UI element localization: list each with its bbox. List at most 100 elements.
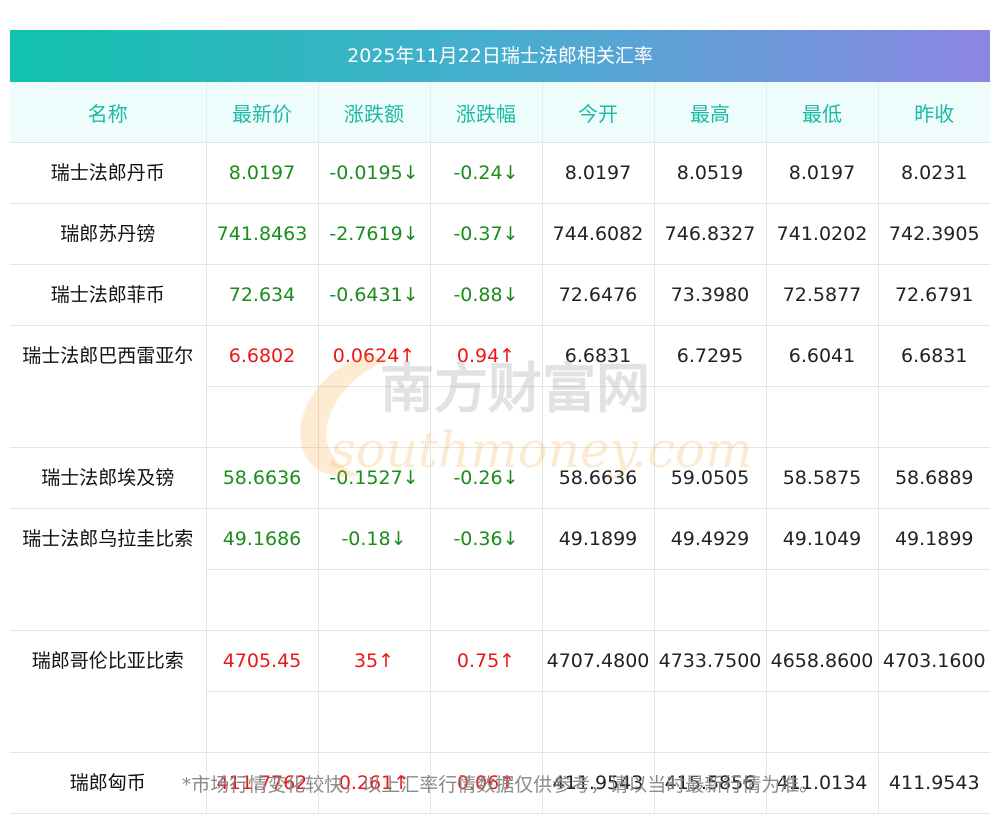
change-percent-cell: -0.37↓ [430, 203, 543, 265]
column-header-pct: 涨跌幅 [430, 82, 543, 143]
latest-price: 6.6802 [206, 326, 318, 387]
column-header-high: 最高 [654, 82, 767, 143]
low-price: 4658.8600 [766, 631, 878, 692]
low-price-cell: 58.5875 [766, 447, 879, 509]
open-price-cell: 72.6476 [542, 264, 655, 326]
low-price: 741.0202 [776, 223, 868, 245]
latest-price-cell: 741.8463 [206, 203, 319, 265]
change-percent: -0.37↓ [453, 223, 519, 245]
prev-close: 742.3905 [888, 223, 980, 245]
table-row: 瑞郎苏丹镑 741.8463 -2.7619↓ -0.37↓ 744.6082 746.8… [10, 203, 990, 265]
change-amount: 0.0624↑ [318, 326, 430, 387]
prev-close-cell: 742.3905 [878, 203, 990, 265]
change-amount: -0.1527↓ [329, 467, 419, 489]
low-price-cell: 49.1049 [766, 508, 879, 631]
low-price-cell: 4658.8600 [766, 630, 879, 753]
prev-close: 72.6791 [894, 284, 974, 306]
low-price: 6.6041 [766, 326, 878, 387]
low-price-cell: 6.6041 [766, 325, 879, 448]
change-amount: -0.6431↓ [329, 284, 419, 306]
table-row: 瑞士法郎巴西雷亚尔 6.6802 0.0624↑ 0.94↑ 6.6831 6.7295 6… [10, 325, 990, 448]
currency-pair-name: 瑞士法郎丹币 [10, 142, 207, 204]
low-price-cell: 72.5877 [766, 264, 879, 326]
latest-price: 49.1686 [206, 509, 318, 570]
low-price: 72.5877 [782, 284, 862, 306]
currency-pair-name: 瑞郎哥伦比亚比索 [10, 630, 207, 753]
open-price: 744.6082 [552, 223, 644, 245]
high-price: 6.7295 [654, 326, 766, 387]
latest-price: 741.8463 [216, 223, 308, 245]
prev-close-cell: 4703.1600 [878, 630, 990, 753]
change-percent: -0.24↓ [453, 162, 519, 184]
open-price-cell: 4707.4800 [542, 630, 655, 753]
latest-price-cell: 49.1686 [206, 508, 319, 631]
currency-pair-name: 瑞郎苏丹镑 [10, 203, 207, 265]
prev-close: 58.6889 [894, 467, 974, 489]
change-percent: -0.26↓ [453, 467, 519, 489]
open-price: 58.6636 [558, 467, 638, 489]
open-price: 72.6476 [558, 284, 638, 306]
high-price: 4733.7500 [654, 631, 766, 692]
change-percent-cell: 0.94↑ [430, 325, 543, 448]
change-percent: 0.75↑ [430, 631, 542, 692]
high-price: 8.0519 [676, 162, 744, 184]
prev-close: 4703.1600 [878, 631, 990, 692]
open-price: 8.0197 [564, 162, 632, 184]
open-price-cell: 49.1899 [542, 508, 655, 631]
latest-price-cell: 4705.45 [206, 630, 319, 753]
latest-price-cell: 58.6636 [206, 447, 319, 509]
open-price: 4707.4800 [542, 631, 654, 692]
currency-pair-name: 瑞士法郎埃及镑 [10, 447, 207, 509]
column-header-low: 最低 [766, 82, 879, 143]
open-price: 6.6831 [542, 326, 654, 387]
table-header-row: 名称 最新价 涨跌额 涨跌幅 今开 最高 最低 昨收 [10, 82, 990, 143]
change-percent-cell: 0.75↑ [430, 630, 543, 753]
open-price-cell: 58.6636 [542, 447, 655, 509]
table-body: 瑞士法郎丹币 8.0197 -0.0195↓ -0.24↓ 8.0197 8.0519 8.… [10, 142, 990, 814]
table-row: 瑞士法郎丹币 8.0197 -0.0195↓ -0.24↓ 8.0197 8.0519 8.… [10, 142, 990, 204]
column-header-name: 名称 [10, 82, 207, 143]
table-row: 瑞士法郎乌拉圭比索 49.1686 -0.18↓ -0.36↓ 49.1899 49.49… [10, 508, 990, 631]
change-percent-cell: -0.36↓ [430, 508, 543, 631]
table-row: 瑞士法郎埃及镑 58.6636 -0.1527↓ -0.26↓ 58.6636 59.05… [10, 447, 990, 509]
change-percent: -0.88↓ [453, 284, 519, 306]
prev-close-cell: 8.0231 [878, 142, 990, 204]
high-price: 49.4929 [654, 509, 766, 570]
change-amount-cell: -2.7619↓ [318, 203, 431, 265]
high-price-cell: 59.0505 [654, 447, 767, 509]
latest-price: 4705.45 [206, 631, 318, 692]
change-amount-cell: -0.1527↓ [318, 447, 431, 509]
prev-close-cell: 6.6831 [878, 325, 990, 448]
column-header-prev: 昨收 [878, 82, 990, 143]
exchange-rate-page: 2025年11月22日瑞士法郎相关汇率 名称 最新价 涨跌额 涨跌幅 今开 最高… [0, 0, 1000, 817]
column-header-change: 涨跌额 [318, 82, 431, 143]
change-amount: -2.7619↓ [329, 223, 419, 245]
high-price-cell: 6.7295 [654, 325, 767, 448]
low-price: 8.0197 [788, 162, 856, 184]
prev-close-cell: 58.6889 [878, 447, 990, 509]
open-price: 49.1899 [542, 509, 654, 570]
low-price: 49.1049 [766, 509, 878, 570]
high-price-cell: 73.3980 [654, 264, 767, 326]
change-amount: 35↑ [318, 631, 430, 692]
high-price-cell: 746.8327 [654, 203, 767, 265]
change-amount: -0.18↓ [318, 509, 430, 570]
high-price-cell: 4733.7500 [654, 630, 767, 753]
high-price: 73.3980 [670, 284, 750, 306]
latest-price: 72.634 [228, 284, 296, 306]
latest-price-cell: 72.634 [206, 264, 319, 326]
low-price-cell: 741.0202 [766, 203, 879, 265]
high-price: 746.8327 [664, 223, 756, 245]
table-title: 2025年11月22日瑞士法郎相关汇率 [10, 30, 990, 82]
latest-price-cell: 6.6802 [206, 325, 319, 448]
high-price: 59.0505 [670, 467, 750, 489]
change-percent-cell: -0.24↓ [430, 142, 543, 204]
change-amount-cell: 35↑ [318, 630, 431, 753]
open-price-cell: 8.0197 [542, 142, 655, 204]
exchange-rate-table: 名称 最新价 涨跌额 涨跌幅 今开 最高 最低 昨收 瑞士法郎丹币 8.0197 -… [10, 82, 990, 814]
change-percent-cell: -0.88↓ [430, 264, 543, 326]
prev-close: 6.6831 [878, 326, 990, 387]
prev-close-cell: 49.1899 [878, 508, 990, 631]
prev-close: 49.1899 [878, 509, 990, 570]
change-percent: 0.94↑ [430, 326, 542, 387]
